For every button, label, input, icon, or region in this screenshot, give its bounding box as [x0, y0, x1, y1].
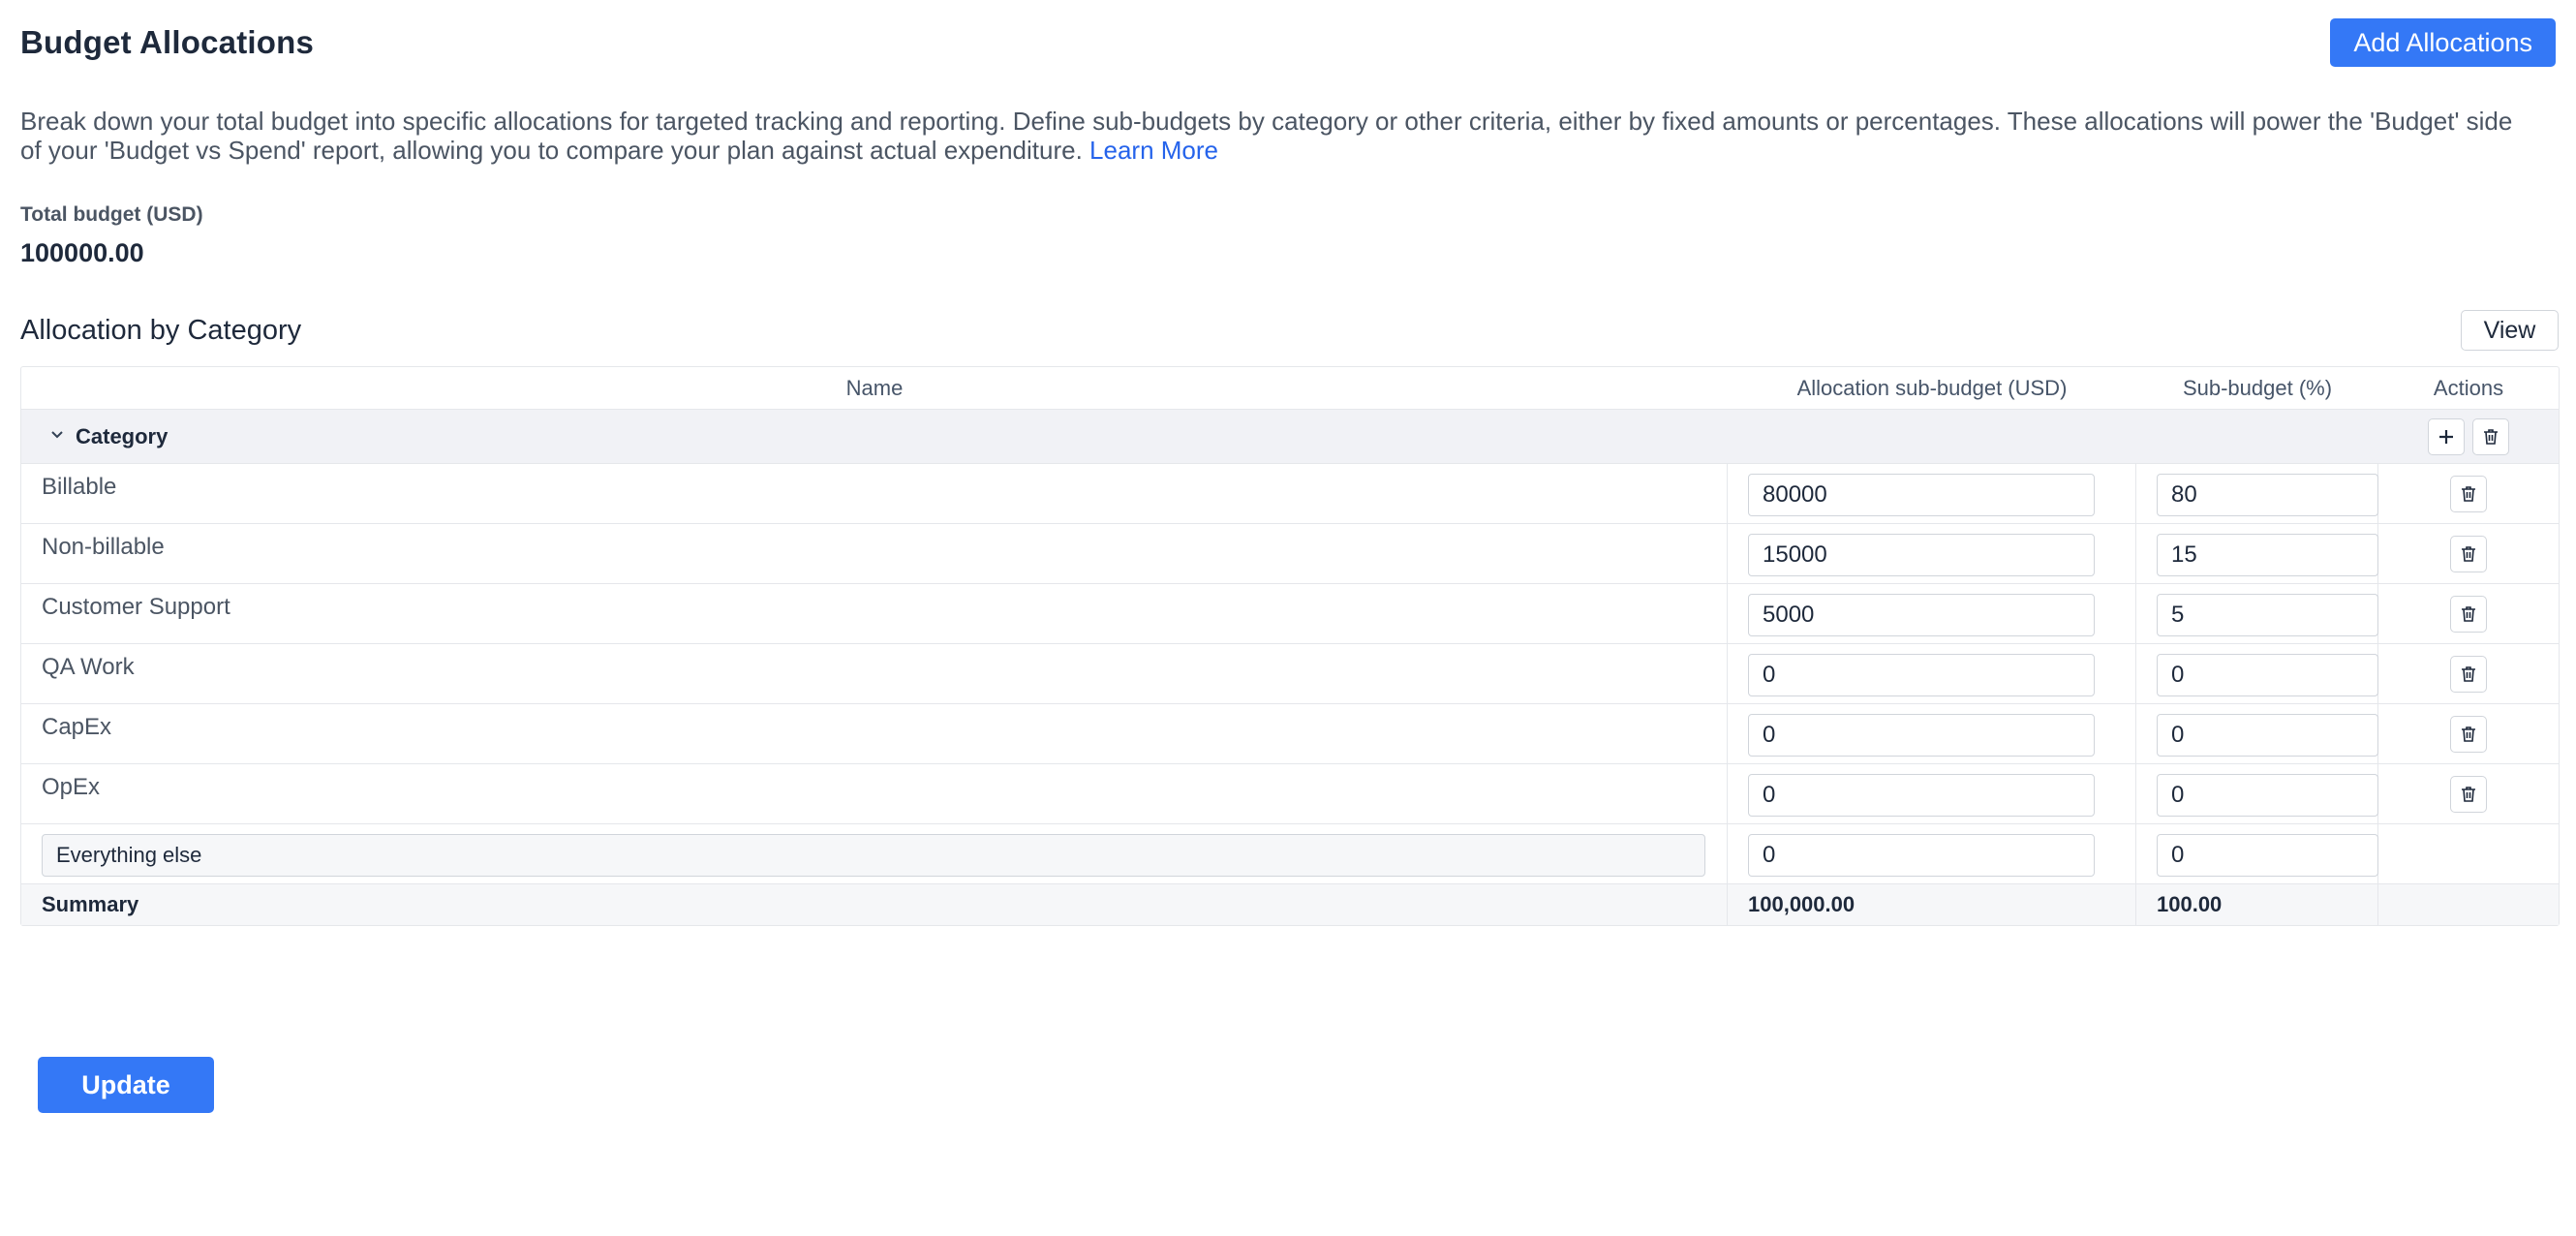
table-row: Customer Support [21, 584, 2559, 644]
update-button[interactable]: Update [38, 1057, 214, 1113]
row-alloc-cell [1728, 464, 2136, 523]
row-pct-cell [2136, 764, 2378, 823]
else-name-cell [21, 824, 1728, 883]
alloc-input[interactable] [1748, 774, 2095, 817]
row-name: Non-billable [21, 524, 1728, 583]
row-alloc-cell [1728, 764, 2136, 823]
delete-row-button[interactable] [2450, 475, 2487, 512]
column-header-actions: Actions [2433, 375, 2504, 400]
summary-alloc: 100,000.00 [1728, 884, 2136, 925]
summary-actions [2378, 884, 2559, 925]
row-pct-cell [2136, 644, 2378, 703]
pct-input[interactable] [2157, 834, 2378, 877]
row-alloc-cell [1728, 584, 2136, 643]
pct-input[interactable] [2157, 654, 2378, 696]
table-row-everything-else [21, 824, 2559, 884]
add-category-button[interactable] [2428, 417, 2465, 455]
view-button[interactable]: View [2461, 310, 2559, 351]
alloc-input[interactable] [1748, 474, 2095, 516]
table-row: Non-billable [21, 524, 2559, 584]
category-group-row: Category [21, 410, 2559, 464]
alloc-input[interactable] [1748, 714, 2095, 757]
pct-input[interactable] [2157, 534, 2378, 576]
pct-input[interactable] [2157, 714, 2378, 757]
alloc-input[interactable] [1748, 594, 2095, 636]
row-name: Customer Support [21, 584, 1728, 643]
description-text: Break down your total budget into specif… [20, 107, 2513, 165]
row-actions [2378, 824, 2559, 883]
category-group-label: Category [76, 423, 169, 448]
trash-icon [2484, 428, 2498, 445]
delete-row-button[interactable] [2450, 775, 2487, 813]
allocation-table: Name Allocation sub-budget (USD) Sub-bud… [20, 366, 2560, 926]
group-alloc-cell [1728, 410, 2136, 463]
delete-row-button[interactable] [2450, 595, 2487, 633]
chevron-down-icon[interactable] [50, 423, 64, 446]
page-title: Budget Allocations [20, 24, 315, 60]
column-header-name: Name [845, 375, 904, 400]
row-alloc-cell [1728, 644, 2136, 703]
row-pct-cell [2136, 584, 2378, 643]
table-row: Billable [21, 464, 2559, 524]
row-actions [2378, 764, 2559, 823]
pct-input[interactable] [2157, 774, 2378, 817]
delete-row-button[interactable] [2450, 655, 2487, 693]
row-name: Billable [21, 464, 1728, 523]
table-header-row: Name Allocation sub-budget (USD) Sub-bud… [21, 367, 2559, 410]
delete-category-button[interactable] [2472, 417, 2509, 455]
column-header-alloc: Allocation sub-budget (USD) [1796, 375, 2068, 400]
trash-icon [2462, 485, 2475, 502]
row-actions [2378, 464, 2559, 523]
delete-row-button[interactable] [2450, 535, 2487, 572]
total-budget-label: Total budget (USD) [20, 203, 203, 226]
table-row: QA Work [21, 644, 2559, 704]
summary-label: Summary [21, 884, 1728, 925]
row-alloc-cell [1728, 704, 2136, 763]
description: Break down your total budget into specif… [20, 107, 2518, 165]
trash-icon [2462, 726, 2475, 742]
alloc-input[interactable] [1748, 534, 2095, 576]
page-header: Budget Allocations Add Allocations [20, 17, 2556, 68]
category-group-cell: Category [21, 410, 1728, 463]
summary-row: Summary 100,000.00 100.00 [21, 884, 2559, 925]
row-pct-cell [2136, 464, 2378, 523]
row-actions [2378, 644, 2559, 703]
row-alloc-cell [1728, 824, 2136, 883]
group-actions [2378, 410, 2559, 463]
row-pct-cell [2136, 524, 2378, 583]
trash-icon [2462, 545, 2475, 562]
summary-pct: 100.00 [2136, 884, 2378, 925]
group-pct-cell [2136, 410, 2378, 463]
table-row: OpEx [21, 764, 2559, 824]
column-header-pct: Sub-budget (%) [2182, 375, 2333, 400]
row-actions [2378, 584, 2559, 643]
page: Budget Allocations Add Allocations Break… [0, 0, 2576, 1236]
row-actions [2378, 524, 2559, 583]
trash-icon [2462, 605, 2475, 622]
total-budget-value: 100000.00 [20, 238, 144, 267]
trash-icon [2462, 786, 2475, 802]
row-name: OpEx [21, 764, 1728, 823]
pct-input[interactable] [2157, 474, 2378, 516]
row-actions [2378, 704, 2559, 763]
alloc-input[interactable] [1748, 654, 2095, 696]
trash-icon [2462, 665, 2475, 682]
row-name: QA Work [21, 644, 1728, 703]
pct-input[interactable] [2157, 594, 2378, 636]
row-pct-cell [2136, 704, 2378, 763]
plus-icon [2439, 429, 2453, 444]
alloc-input[interactable] [1748, 834, 2095, 877]
else-name-input[interactable] [42, 834, 1705, 877]
row-pct-cell [2136, 824, 2378, 883]
learn-more-link[interactable]: Learn More [1089, 136, 1218, 165]
row-name: CapEx [21, 704, 1728, 763]
row-alloc-cell [1728, 524, 2136, 583]
add-allocations-button[interactable]: Add Allocations [2330, 18, 2556, 67]
section-title: Allocation by Category [20, 315, 302, 346]
table-row: CapEx [21, 704, 2559, 764]
delete-row-button[interactable] [2450, 715, 2487, 753]
